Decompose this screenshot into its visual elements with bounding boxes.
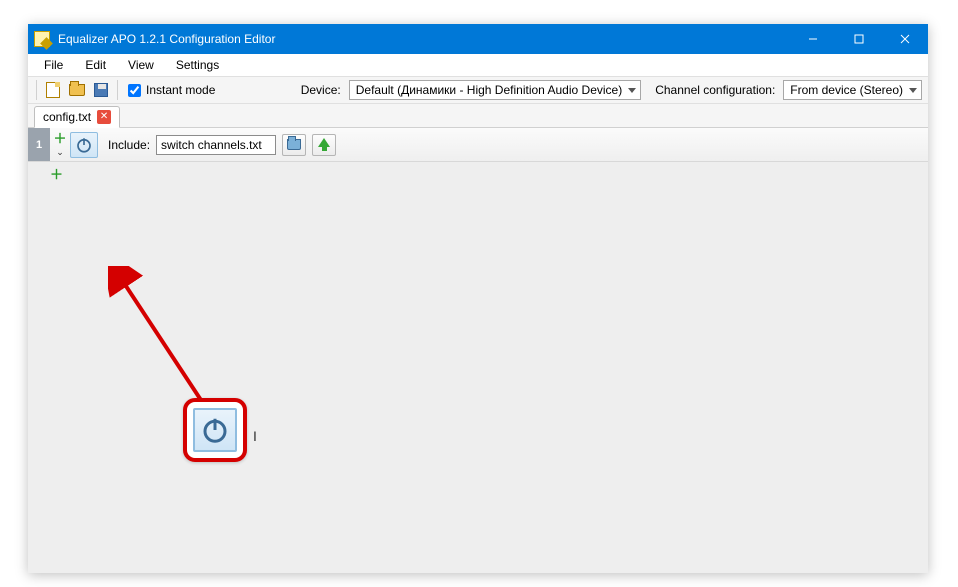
save-icon <box>94 83 108 97</box>
power-button-zoom <box>193 408 237 452</box>
text-cursor-icon: I <box>253 428 257 444</box>
include-label: Include: <box>108 138 150 152</box>
power-icon <box>75 136 93 154</box>
toggle-power-button[interactable] <box>70 132 98 158</box>
menu-settings[interactable]: Settings <box>166 56 229 74</box>
include-input[interactable] <box>156 135 276 155</box>
power-icon <box>200 415 230 445</box>
menubar: File Edit View Settings <box>28 54 928 76</box>
expand-row-button[interactable]: ⌄ <box>56 147 64 158</box>
device-label: Device: <box>301 83 341 97</box>
menu-file[interactable]: File <box>34 56 73 74</box>
tab-label: config.txt <box>43 110 91 124</box>
new-file-button[interactable] <box>43 80 63 100</box>
tab-close-icon[interactable]: ✕ <box>97 110 111 124</box>
open-include-button[interactable] <box>282 134 306 156</box>
chevron-down-icon <box>628 88 636 93</box>
close-button[interactable] <box>882 24 928 54</box>
tab-config-txt[interactable]: config.txt ✕ <box>34 106 120 128</box>
tabstrip: config.txt ✕ <box>28 104 928 128</box>
editor-canvas: 1 ＋ ⌄ Include: <box>28 128 928 573</box>
line-number: 1 <box>28 128 50 161</box>
menu-view[interactable]: View <box>118 56 164 74</box>
window-title: Equalizer APO 1.2.1 Configuration Editor <box>56 32 790 46</box>
annotation-callout <box>183 398 247 462</box>
filter-row: 1 ＋ ⌄ Include: <box>28 128 928 162</box>
move-up-button[interactable] <box>312 134 336 156</box>
channel-config-label: Channel configuration: <box>655 83 775 97</box>
app-icon <box>28 31 56 47</box>
titlebar: Equalizer APO 1.2.1 Configuration Editor <box>28 24 928 54</box>
chevron-down-icon <box>909 88 917 93</box>
add-filter-below-button[interactable]: ＋ <box>50 168 63 181</box>
arrow-up-icon <box>318 138 330 151</box>
maximize-button[interactable] <box>836 24 882 54</box>
instant-mode-input[interactable] <box>128 84 141 97</box>
minimize-button[interactable] <box>790 24 836 54</box>
add-filter-button[interactable]: ＋ <box>53 132 66 145</box>
instant-mode-checkbox[interactable]: Instant mode <box>128 83 215 97</box>
device-value: Default (Динамики - High Definition Audi… <box>356 83 622 97</box>
new-file-icon <box>46 82 60 98</box>
channel-config-value: From device (Stereo) <box>790 83 903 97</box>
folder-open-icon <box>287 139 301 150</box>
instant-mode-label: Instant mode <box>146 83 215 97</box>
device-combo[interactable]: Default (Динамики - High Definition Audi… <box>349 80 641 100</box>
folder-open-icon <box>69 84 85 96</box>
open-file-button[interactable] <box>67 80 87 100</box>
channel-config-combo[interactable]: From device (Stereo) <box>783 80 922 100</box>
save-file-button[interactable] <box>91 80 111 100</box>
toolbar: Instant mode Device: Default (Динамики -… <box>28 76 928 104</box>
menu-edit[interactable]: Edit <box>75 56 116 74</box>
